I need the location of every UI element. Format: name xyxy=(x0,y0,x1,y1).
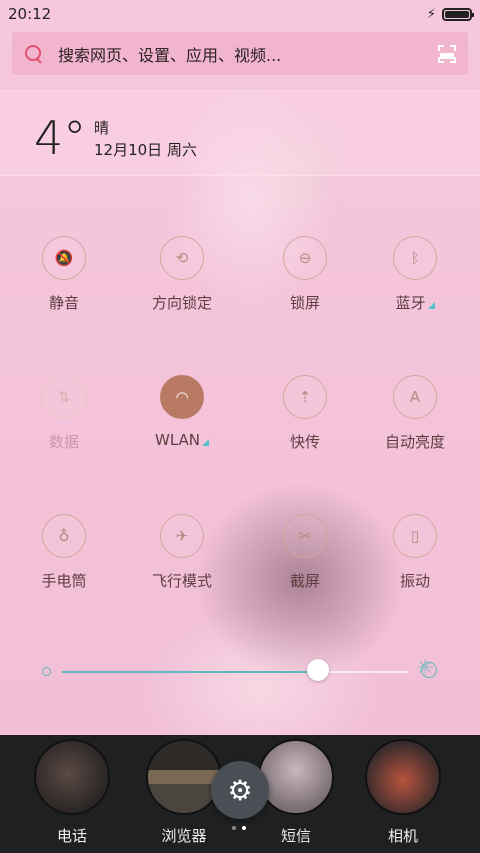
toggle-label: 方向锁定 xyxy=(122,292,242,313)
weather-condition: 晴 xyxy=(94,119,110,137)
toggle-bluetooth[interactable]: ᛒ 蓝牙 xyxy=(355,236,475,336)
toggle-label-text: 锁屏 xyxy=(289,294,320,312)
toggle-wifi[interactable]: ◠ WLAN xyxy=(122,375,242,475)
toggle-airplane[interactable]: ✈ 飞行模式 xyxy=(122,514,242,614)
status-icons: ⚡ xyxy=(426,6,474,22)
brightness-thumb[interactable] xyxy=(307,659,330,681)
page-indicator xyxy=(232,826,246,830)
toggle-flashlight[interactable]: ♁ 手电筒 xyxy=(4,514,124,614)
more-options-indicator xyxy=(427,302,435,309)
toggle-label: 静音 xyxy=(4,292,124,313)
toggle-label: 振动 xyxy=(355,570,475,591)
lock-icon: ⊖ xyxy=(283,236,327,280)
camera-app-icon xyxy=(365,739,441,815)
dock-app-label: 浏览器 xyxy=(161,827,207,845)
screenshot-icon: ✂ xyxy=(283,514,327,558)
data-icon: ⇅ xyxy=(42,375,86,419)
toggle-label-text: 蓝牙 xyxy=(395,294,426,312)
toggle-label-text: 数据 xyxy=(48,433,79,451)
toggle-label-text: 方向锁定 xyxy=(151,294,212,312)
gear-icon: ⚙ xyxy=(227,773,253,807)
toggle-bell-off[interactable]: 🔕 静音 xyxy=(4,236,124,336)
page-dot xyxy=(232,826,236,830)
battery-icon xyxy=(442,7,474,21)
dock-app-label: 短信 xyxy=(280,827,311,845)
toggle-rotation-lock[interactable]: ⟲ 方向锁定 xyxy=(122,236,242,336)
toggle-label: WLAN xyxy=(122,431,242,449)
search-input[interactable]: 搜索网页、设置、应用、视频... xyxy=(58,42,438,66)
toggle-screenshot[interactable]: ✂ 截屏 xyxy=(245,514,365,614)
dock-app-camera[interactable]: 相机 xyxy=(343,739,463,846)
toggle-data[interactable]: ⇅ 数据 xyxy=(4,375,124,475)
sun-icon xyxy=(416,656,437,681)
toggle-label: 飞行模式 xyxy=(122,570,242,591)
dock-app-label: 相机 xyxy=(387,827,418,845)
weather-temperature: 4° xyxy=(34,111,87,165)
toggle-label-text: 自动亮度 xyxy=(384,433,445,451)
browser-app-icon xyxy=(146,739,222,815)
search-icon xyxy=(24,44,44,64)
toggle-auto-brightness[interactable]: A 自动亮度 xyxy=(355,375,475,475)
dock-app-phone[interactable]: 电话 xyxy=(12,739,132,846)
auto-brightness-icon: A xyxy=(393,375,437,419)
search-bar[interactable]: 搜索网页、设置、应用、视频... xyxy=(12,32,468,75)
brightness-slider[interactable] xyxy=(62,671,408,673)
toggle-label-text: 快传 xyxy=(289,433,320,451)
bell-off-icon: 🔕 xyxy=(42,236,86,280)
weather-date: 12月10日 周六 xyxy=(94,141,197,159)
wifi-icon: ◠ xyxy=(160,375,204,419)
vibrate-icon: ▯ xyxy=(393,514,437,558)
flashlight-icon: ♁ xyxy=(42,514,86,558)
toggle-label: 锁屏 xyxy=(245,292,365,313)
status-bar: 20:12 ⚡ xyxy=(0,0,480,28)
toggle-transfer[interactable]: ⇡ 快传 xyxy=(245,375,365,475)
phone-app-icon xyxy=(34,739,110,815)
brightness-fill xyxy=(62,671,319,673)
brightness-low-icon xyxy=(42,667,51,676)
toggle-label: 截屏 xyxy=(245,570,365,591)
toggle-label-text: 手电筒 xyxy=(41,572,87,590)
bluetooth-icon: ᛒ xyxy=(393,236,437,280)
more-options-indicator xyxy=(202,439,209,446)
status-time: 20:12 xyxy=(8,5,52,23)
airplane-icon: ✈ xyxy=(160,514,204,558)
settings-button[interactable]: ⚙ xyxy=(211,761,269,819)
sms-app-icon xyxy=(258,739,334,815)
toggle-label-text: WLAN xyxy=(154,431,200,449)
toggle-label: 蓝牙 xyxy=(355,292,475,313)
dock-app-label: 电话 xyxy=(56,827,87,845)
toggle-label: 数据 xyxy=(4,431,124,452)
scan-icon[interactable] xyxy=(438,44,456,63)
weather-widget[interactable]: 4° 晴 12月10日 周六 xyxy=(0,90,480,176)
toggle-label-text: 静音 xyxy=(48,294,79,312)
toggle-label: 手电筒 xyxy=(4,570,124,591)
toggle-label: 快传 xyxy=(245,431,365,452)
transfer-icon: ⇡ xyxy=(283,375,327,419)
toggle-label-text: 飞行模式 xyxy=(151,572,212,590)
rotation-lock-icon: ⟲ xyxy=(160,236,204,280)
toggle-label-text: 振动 xyxy=(399,572,430,590)
toggle-lock[interactable]: ⊖ 锁屏 xyxy=(245,236,365,336)
page-dot xyxy=(242,826,246,830)
toggle-vibrate[interactable]: ▯ 振动 xyxy=(355,514,475,614)
bolt-icon: ⚡ xyxy=(426,6,436,22)
toggle-label: 自动亮度 xyxy=(355,431,475,452)
toggle-label-text: 截屏 xyxy=(289,572,320,590)
